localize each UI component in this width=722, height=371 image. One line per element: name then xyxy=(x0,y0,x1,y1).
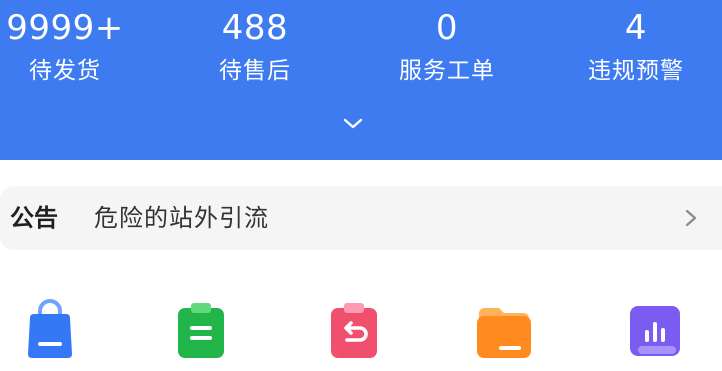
stat-value: 488 xyxy=(221,8,289,48)
stat-label: 待售后 xyxy=(219,58,291,84)
announcement-tag: 公告 xyxy=(10,204,58,232)
stat-label: 待发货 xyxy=(29,58,101,84)
shopping-bag-icon[interactable] xyxy=(20,298,80,358)
stat-label: 服务工单 xyxy=(399,58,495,84)
stat-value: 9999+ xyxy=(6,8,124,48)
stat-value: 0 xyxy=(435,8,459,48)
chevron-down-icon[interactable] xyxy=(341,116,365,132)
announcement-text: 危险的站外引流 xyxy=(94,204,269,232)
chart-icon[interactable] xyxy=(624,298,684,358)
stat-label: 违规预警 xyxy=(588,58,684,84)
clipboard-icon[interactable] xyxy=(170,298,230,358)
folder-icon[interactable] xyxy=(473,298,533,358)
stats-header: 9999+ 待发货 488 待售后 0 服务工单 4 违规预警 xyxy=(0,0,722,160)
announcement-bar[interactable]: 公告 危险的站外引流 xyxy=(0,186,722,250)
chevron-right-icon xyxy=(685,209,697,227)
return-icon[interactable] xyxy=(323,298,383,358)
stat-value: 4 xyxy=(624,8,648,48)
shortcut-icon-row xyxy=(0,290,722,371)
